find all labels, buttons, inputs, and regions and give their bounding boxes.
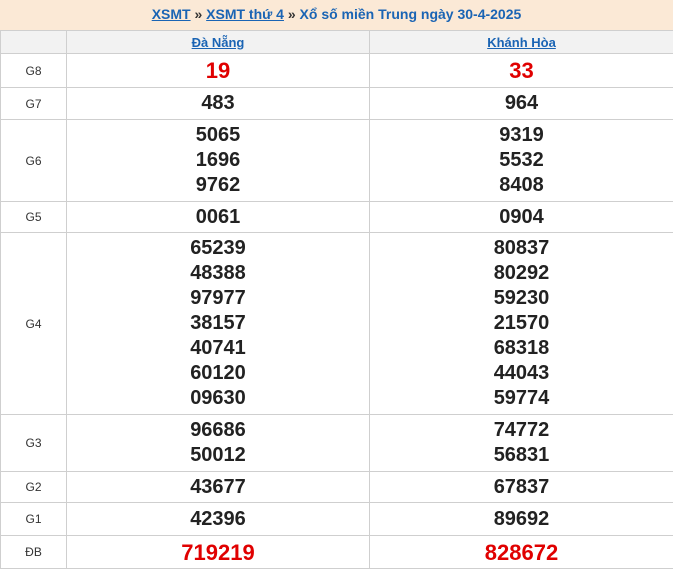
result-number: 8408 <box>370 173 673 198</box>
prize-label: G8 <box>1 54 67 88</box>
prize-label: G4 <box>1 233 67 415</box>
prize-label: G2 <box>1 472 67 503</box>
result-number: 74772 <box>370 418 673 443</box>
result-cell: 5065 1696 9762 <box>67 120 370 202</box>
breadcrumb-separator: » <box>194 6 202 22</box>
results-table: Đà Nẵng Khánh Hòa G8 19 33 G7 483 964 G6… <box>0 30 673 569</box>
page-title: Xổ số miền Trung ngày 30-4-2025 <box>300 6 522 22</box>
table-row-g4: G4 65239 48388 97977 38157 40741 60120 0… <box>1 233 673 415</box>
result-number: 9762 <box>67 173 369 198</box>
breadcrumb-link-xsmt[interactable]: XSMT <box>152 6 191 22</box>
prize-label: G1 <box>1 503 67 536</box>
province-header-khanh-hoa[interactable]: Khánh Hòa <box>370 31 673 54</box>
result-number: 80837 <box>370 236 673 261</box>
table-row-g6: G6 5065 1696 9762 9319 5532 8408 <box>1 120 673 202</box>
table-row-g3: G3 96686 50012 74772 56831 <box>1 415 673 472</box>
result-number: 1696 <box>67 148 369 173</box>
result-number: 44043 <box>370 361 673 386</box>
table-header-row: Đà Nẵng Khánh Hòa <box>1 31 673 54</box>
result-number: 59230 <box>370 286 673 311</box>
result-number: 60120 <box>67 361 369 386</box>
result-number: 67837 <box>370 475 673 500</box>
result-cell: 65239 48388 97977 38157 40741 60120 0963… <box>67 233 370 415</box>
result-number: 964 <box>370 91 673 116</box>
prize-label: G7 <box>1 88 67 120</box>
result-cell: 9319 5532 8408 <box>370 120 673 202</box>
result-cell: 0904 <box>370 202 673 233</box>
prize-label: ĐB <box>1 536 67 569</box>
result-cell: 43677 <box>67 472 370 503</box>
result-number: 0061 <box>67 205 369 230</box>
result-number: 50012 <box>67 443 369 468</box>
result-cell: 964 <box>370 88 673 120</box>
result-cell: 89692 <box>370 503 673 536</box>
result-cell: 67837 <box>370 472 673 503</box>
result-number: 0904 <box>370 205 673 230</box>
result-number: 21570 <box>370 311 673 336</box>
table-row-g5: G5 0061 0904 <box>1 202 673 233</box>
breadcrumb-separator: » <box>288 6 296 22</box>
result-number: 5065 <box>67 123 369 148</box>
result-number: 9319 <box>370 123 673 148</box>
result-number: 65239 <box>67 236 369 261</box>
result-number: 42396 <box>67 507 369 532</box>
province-link-khanh-hoa[interactable]: Khánh Hòa <box>487 35 556 50</box>
header-corner-cell <box>1 31 67 54</box>
province-link-da-nang[interactable]: Đà Nẵng <box>192 35 245 50</box>
result-cell: 828672 <box>370 536 673 569</box>
result-number: 89692 <box>370 507 673 532</box>
result-cell: 80837 80292 59230 21570 68318 44043 5977… <box>370 233 673 415</box>
breadcrumb-link-xsmt-thu-4[interactable]: XSMT thứ 4 <box>206 6 284 22</box>
result-number: 59774 <box>370 386 673 411</box>
province-header-da-nang[interactable]: Đà Nẵng <box>67 31 370 54</box>
result-cell: 719219 <box>67 536 370 569</box>
result-number: 80292 <box>370 261 673 286</box>
table-row-g2: G2 43677 67837 <box>1 472 673 503</box>
prize-label: G3 <box>1 415 67 472</box>
result-number: 68318 <box>370 336 673 361</box>
result-cell: 96686 50012 <box>67 415 370 472</box>
result-number: 48388 <box>67 261 369 286</box>
result-number: 33 <box>370 58 673 83</box>
result-number: 43677 <box>67 475 369 500</box>
result-cell: 74772 56831 <box>370 415 673 472</box>
result-cell: 33 <box>370 54 673 88</box>
result-cell: 42396 <box>67 503 370 536</box>
result-cell: 19 <box>67 54 370 88</box>
result-cell: 0061 <box>67 202 370 233</box>
table-row-special: ĐB 719219 828672 <box>1 536 673 569</box>
table-row-g8: G8 19 33 <box>1 54 673 88</box>
table-row-g7: G7 483 964 <box>1 88 673 120</box>
prize-label: G5 <box>1 202 67 233</box>
breadcrumb: XSMT » XSMT thứ 4 » Xổ số miền Trung ngà… <box>0 0 673 30</box>
prize-label: G6 <box>1 120 67 202</box>
result-number: 97977 <box>67 286 369 311</box>
result-number: 56831 <box>370 443 673 468</box>
result-cell: 483 <box>67 88 370 120</box>
table-row-g1: G1 42396 89692 <box>1 503 673 536</box>
result-number: 38157 <box>67 311 369 336</box>
result-number: 96686 <box>67 418 369 443</box>
result-number: 5532 <box>370 148 673 173</box>
result-number: 40741 <box>67 336 369 361</box>
result-number: 828672 <box>370 540 673 565</box>
result-number: 09630 <box>67 386 369 411</box>
result-number: 19 <box>67 58 369 83</box>
result-number: 483 <box>67 91 369 116</box>
result-number: 719219 <box>67 540 369 565</box>
